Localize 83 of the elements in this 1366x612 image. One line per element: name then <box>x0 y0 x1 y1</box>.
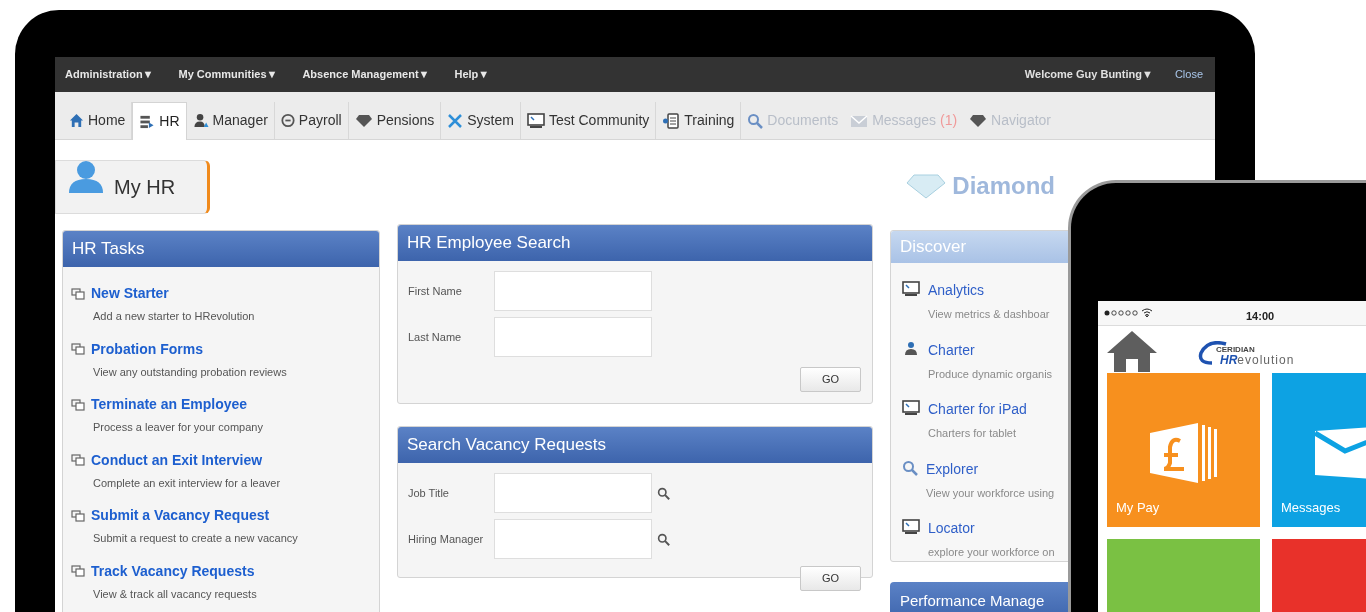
task-description: Complete an exit interview for a leaver <box>92 475 282 491</box>
task-link[interactable]: New Starter <box>91 283 169 304</box>
go-button[interactable]: GO <box>800 566 861 591</box>
diamond-icon <box>354 113 373 128</box>
task-link[interactable]: Track Vacancy Requests <box>91 560 255 582</box>
magnifier-icon <box>902 459 918 476</box>
discover-description: Produce dynamic organis <box>928 366 1053 382</box>
windows-icon <box>71 454 85 466</box>
windows-icon <box>71 398 85 411</box>
tab[interactable]: Training <box>656 102 742 139</box>
windows-icon <box>71 509 85 522</box>
tab[interactable]: System <box>441 102 521 139</box>
windows-icon <box>71 565 85 577</box>
page-title: My HR <box>114 175 176 200</box>
discover-link[interactable]: Explorer <box>926 458 1055 480</box>
panel-title: HR Employee Search <box>398 225 872 261</box>
task-description: Process a leaver for your company <box>92 420 264 435</box>
text-input[interactable] <box>494 473 652 513</box>
tab[interactable]: Pensions <box>348 102 442 139</box>
brand-name: Diamond <box>952 171 1055 201</box>
app-logo: CERIDIAN HRevolution <box>1198 340 1295 367</box>
task-description: View & track all vacancy requests <box>92 586 258 602</box>
status-time: 14:00 <box>1246 309 1275 324</box>
task-link[interactable]: Probation Forms <box>91 338 203 360</box>
monitor-icon <box>526 112 545 129</box>
search-icon <box>657 532 670 546</box>
message-count: (1) <box>940 111 958 130</box>
menu-item[interactable]: Absence Management▼ <box>302 66 430 83</box>
task-link[interactable]: Submit a Vacancy Request <box>91 505 270 526</box>
discover-description: View your workforce using <box>926 485 1055 501</box>
magnifier-icon <box>747 112 764 129</box>
close-link[interactable]: Close <box>1174 66 1203 83</box>
text-input[interactable] <box>494 317 652 357</box>
user-silhouette-icon <box>66 160 106 194</box>
field-label: Hiring Manager <box>408 531 485 547</box>
discover-description: explore your workforce on <box>928 545 1055 560</box>
discover-description: View metrics & dashboar <box>928 307 1050 322</box>
document-icon <box>662 112 681 129</box>
field-label: Job Title <box>408 485 450 501</box>
tab[interactable]: Payroll <box>274 102 349 139</box>
monitor-icon <box>902 281 920 297</box>
diamond-icon <box>969 113 988 128</box>
person-icon <box>192 113 209 128</box>
envelope-icon <box>850 113 869 128</box>
discover-link[interactable]: Charter for iPad <box>928 399 1027 420</box>
task-description: Submit a request to create a new vacancy <box>92 531 299 546</box>
people-icon <box>902 340 920 357</box>
task-description: View any outstanding probation reviews <box>92 364 288 380</box>
text-input[interactable] <box>494 519 652 559</box>
search-icon <box>657 486 670 500</box>
field-label: First Name <box>408 283 463 299</box>
monitor-icon <box>902 519 920 535</box>
tile-label: My Pay <box>1116 499 1161 517</box>
user-menu[interactable]: Welcome Guy Bunting▼ <box>1024 66 1153 83</box>
discover-link[interactable]: Charter <box>928 339 1053 361</box>
home-icon <box>1106 328 1158 373</box>
menu-item[interactable]: Help▼ <box>454 66 490 83</box>
tab[interactable]: HR <box>132 102 187 140</box>
panel-title: Search Vacancy Requests <box>398 427 872 463</box>
discover-link[interactable]: Analytics <box>928 280 1050 301</box>
windows-icon <box>71 287 85 300</box>
diamond-icon <box>906 173 947 199</box>
task-description: Add a new starter to HRevolution <box>92 309 256 324</box>
task-link[interactable]: Conduct an Exit Interview <box>91 449 263 471</box>
panel-title: HR Tasks <box>63 231 379 267</box>
menu-item[interactable]: My Communities▼ <box>178 66 278 83</box>
payslip-icon <box>1150 422 1220 483</box>
signal-wifi-icon <box>1104 308 1152 318</box>
monitor-icon <box>902 400 920 416</box>
go-button[interactable]: GO <box>800 367 861 392</box>
tab[interactable]: Manager <box>186 102 275 139</box>
tab[interactable]: Test Community <box>520 102 657 139</box>
discover-link[interactable]: Locator <box>928 518 1055 539</box>
list-icon <box>139 114 156 129</box>
windows-icon <box>71 343 85 355</box>
discover-description: Charters for tablet <box>928 426 1018 441</box>
field-label: Last Name <box>408 329 463 345</box>
tile-label: Messages <box>1281 499 1342 517</box>
text-input[interactable] <box>494 271 652 311</box>
panel-title: Performance Manage <box>900 592 1045 609</box>
task-link[interactable]: Terminate an Employee <box>91 394 248 415</box>
home-icon <box>69 113 84 128</box>
menu-item[interactable]: Administration▼ <box>65 66 154 83</box>
